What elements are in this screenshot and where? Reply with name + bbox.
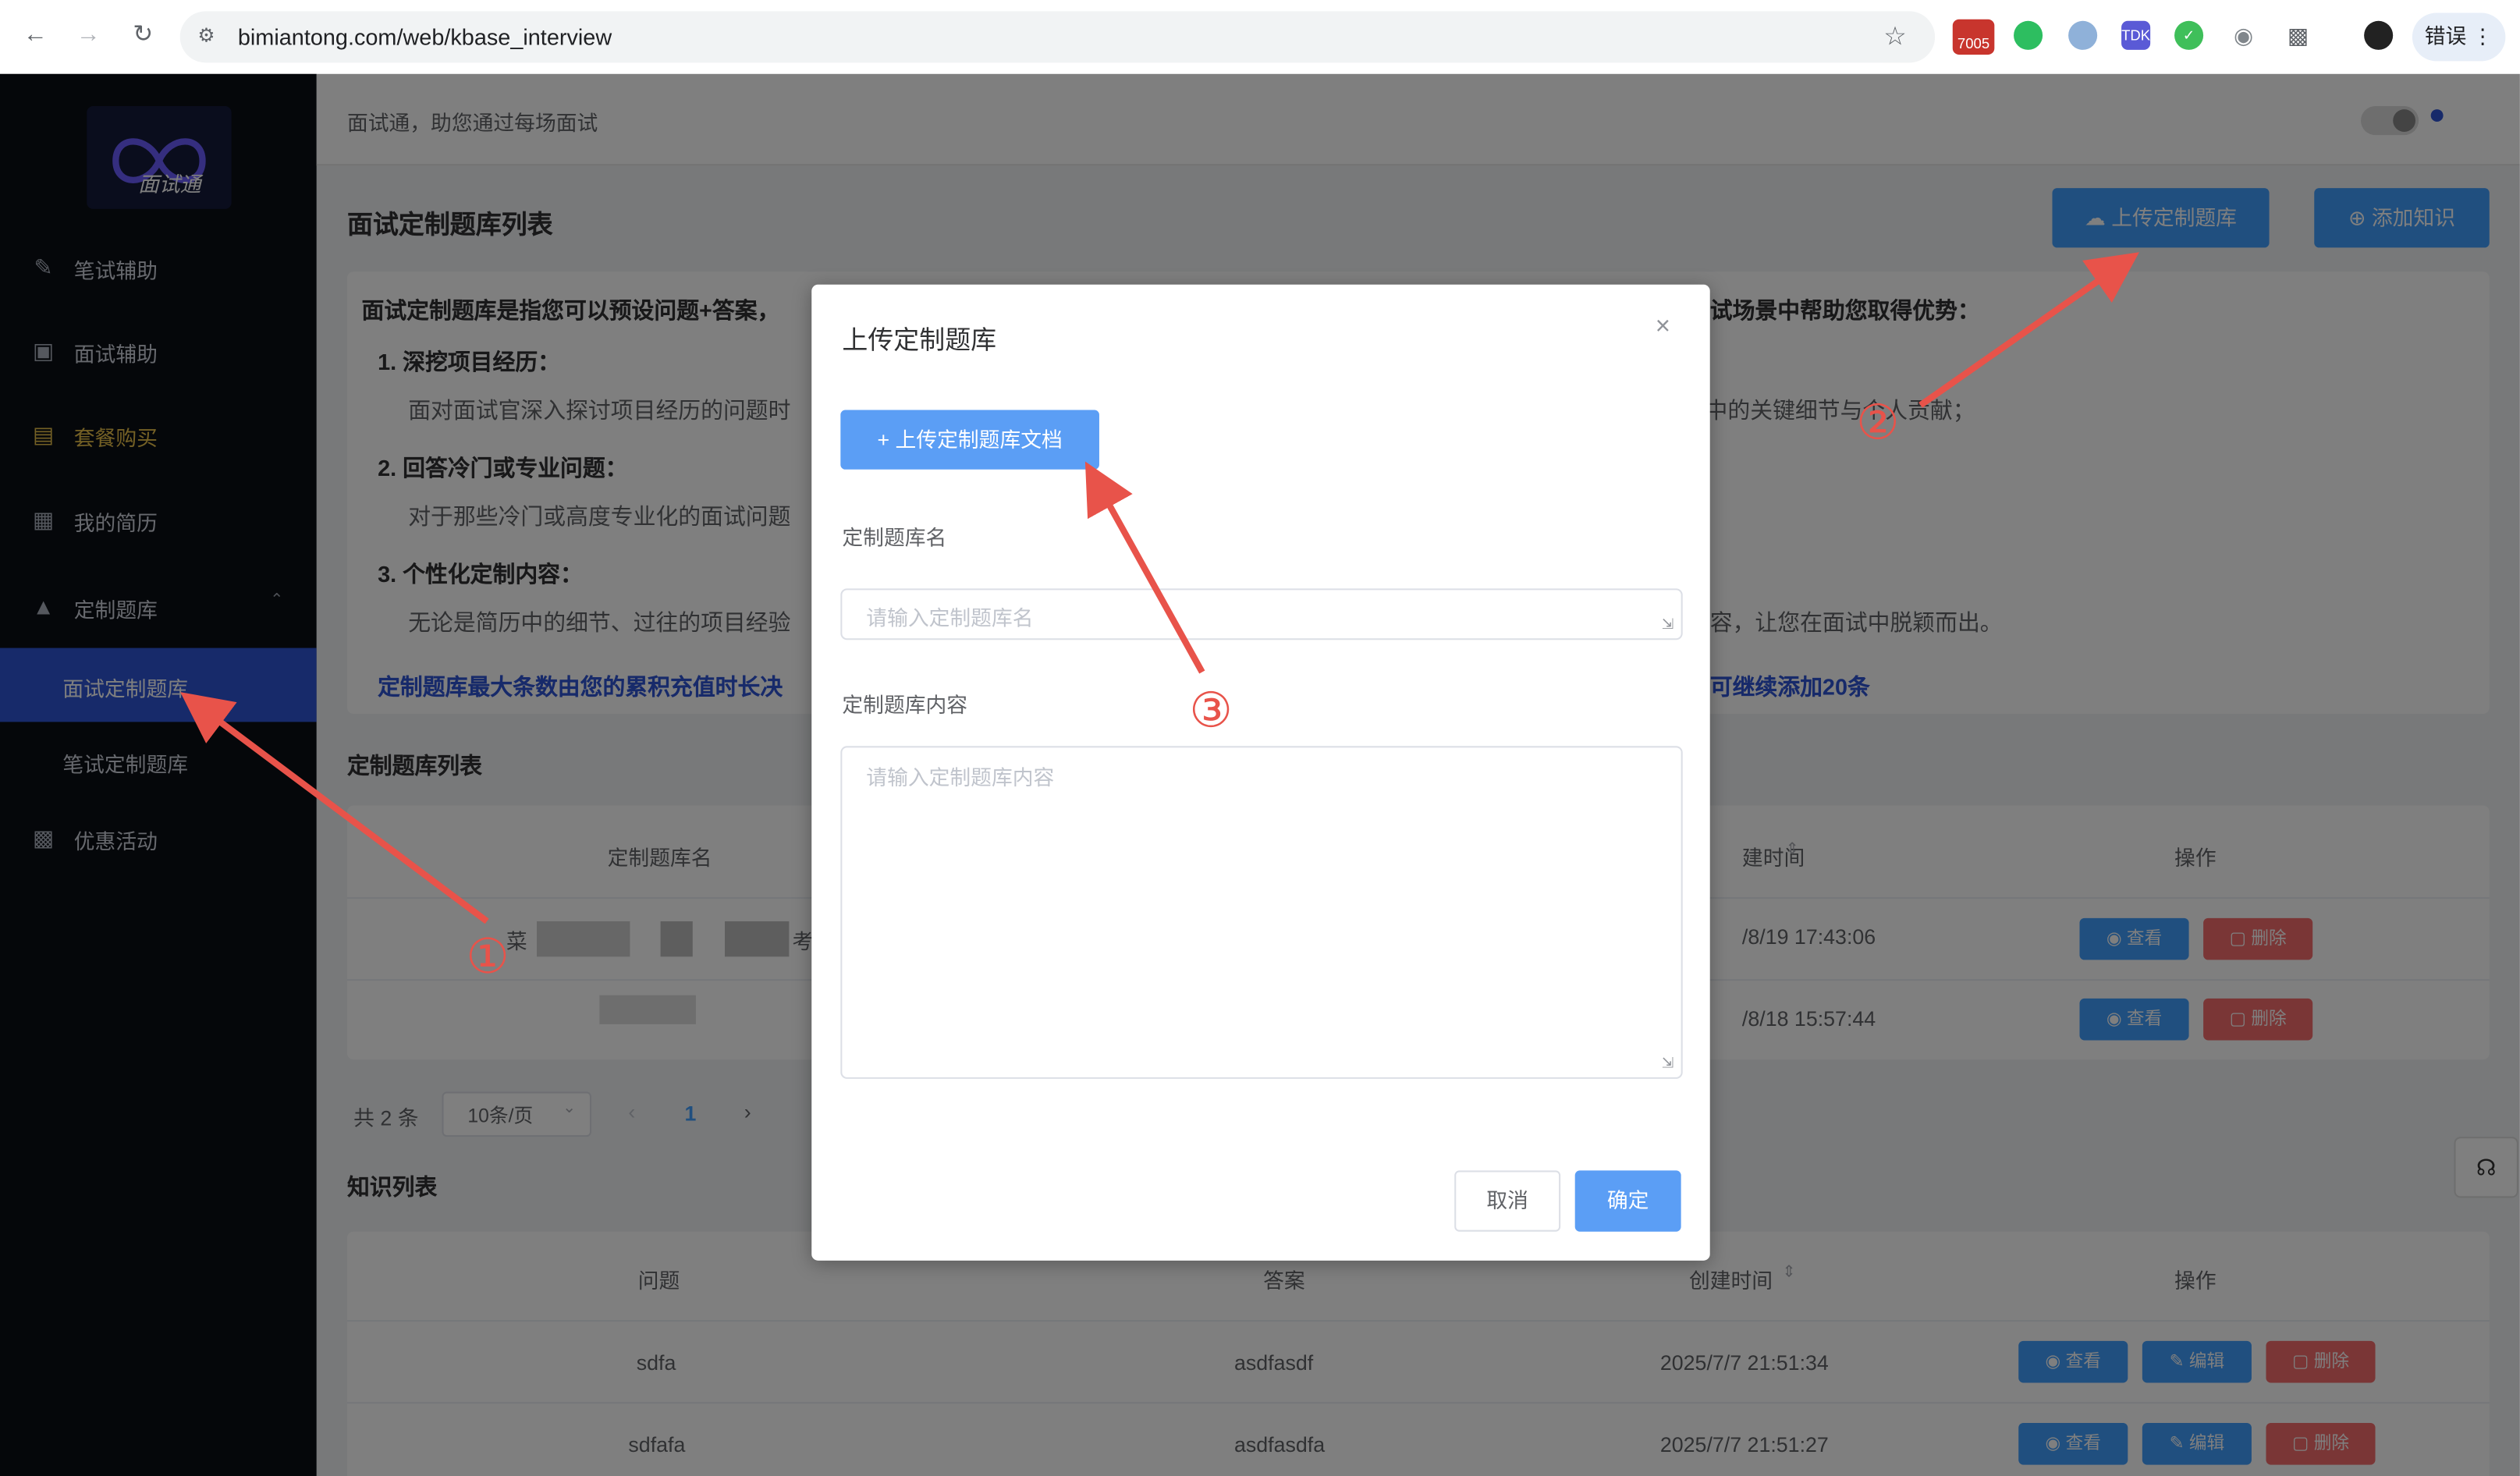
arrow-2 (1918, 252, 2139, 408)
screen: ← → ↻ ⚙ bimiantong.com/web/kbase_intervi… (0, 0, 2520, 1476)
arrow-3 (1084, 461, 1205, 674)
annotation-arrows (180, 252, 2139, 924)
annotation-marker-3: ③ (1189, 683, 1233, 740)
arrow-1 (180, 692, 489, 924)
annotation-marker-1: ① (466, 929, 509, 986)
annotation-marker-2: ② (1856, 396, 1900, 452)
